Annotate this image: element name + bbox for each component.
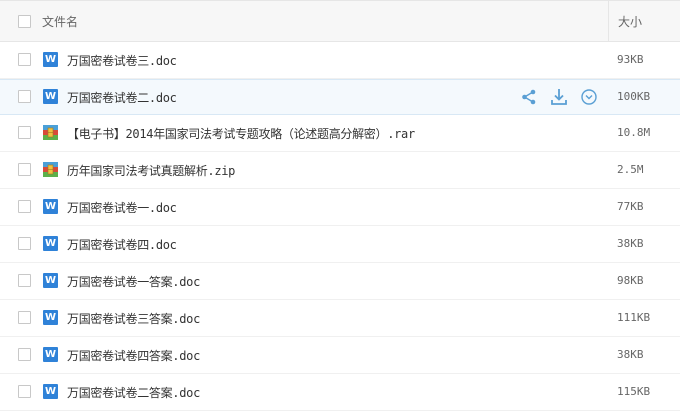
file-checkbox[interactable] — [18, 274, 31, 287]
file-size: 38KB — [617, 348, 644, 361]
archive-file-icon — [43, 125, 58, 140]
column-header-name[interactable]: 文件名 — [42, 13, 78, 30]
file-name-link[interactable]: 万国密卷试卷一.doc — [67, 199, 177, 216]
file-name-link[interactable]: 万国密卷试卷三.doc — [67, 52, 177, 69]
file-row[interactable]: W 万国密卷试卷四.doc 38KB — [0, 226, 680, 263]
word-doc-icon: W — [43, 52, 58, 67]
download-icon[interactable] — [550, 88, 568, 106]
column-header-size[interactable]: 大小 — [618, 13, 642, 30]
file-row[interactable]: W 万国密卷试卷三.doc 93KB — [0, 42, 680, 79]
word-doc-icon: W — [43, 236, 58, 251]
file-checkbox[interactable] — [18, 90, 31, 103]
column-header-size-cell: 大小 — [608, 1, 680, 41]
file-name-link[interactable]: 万国密卷试卷三答案.doc — [67, 310, 200, 327]
word-doc-icon: W — [43, 199, 58, 214]
file-size: 2.5M — [617, 163, 644, 176]
file-size: 10.8M — [617, 126, 651, 139]
file-checkbox[interactable] — [18, 237, 31, 250]
file-size: 77KB — [617, 200, 644, 213]
file-row[interactable]: 历年国家司法考试真题解析.zip 2.5M — [0, 152, 680, 189]
file-row[interactable]: 【电子书】2014年国家司法考试专题攻略（论述题高分解密）.rar 10.8M — [0, 115, 680, 152]
archive-file-icon — [43, 162, 58, 177]
file-checkbox[interactable] — [18, 53, 31, 66]
file-row[interactable]: W 万国密卷试卷二.doc 100KB — [0, 79, 680, 115]
select-all-checkbox[interactable] — [18, 15, 31, 28]
file-row[interactable]: W 万国密卷试卷一.doc 77KB — [0, 189, 680, 226]
file-checkbox[interactable] — [18, 200, 31, 213]
file-checkbox[interactable] — [18, 163, 31, 176]
file-size: 98KB — [617, 274, 644, 287]
file-size: 100KB — [617, 90, 651, 103]
file-list-header: 文件名 大小 — [0, 0, 680, 42]
file-name-link[interactable]: 万国密卷试卷四.doc — [67, 236, 177, 253]
word-doc-icon: W — [43, 273, 58, 288]
file-name-link[interactable]: 万国密卷试卷二答案.doc — [67, 384, 200, 401]
more-icon[interactable] — [580, 88, 598, 106]
word-doc-icon: W — [43, 89, 58, 104]
file-row[interactable]: W 万国密卷试卷二答案.doc 115KB — [0, 374, 680, 411]
file-size: 93KB — [617, 53, 644, 66]
file-name-link[interactable]: 万国密卷试卷四答案.doc — [67, 347, 200, 364]
file-rows: W 万国密卷试卷三.doc 93KB W 万国密卷试卷二.doc 100KB 【电子书】20… — [0, 42, 680, 411]
file-size: 111KB — [617, 311, 651, 324]
file-checkbox[interactable] — [18, 126, 31, 139]
word-doc-icon: W — [43, 347, 58, 362]
file-name-link[interactable]: 万国密卷试卷一答案.doc — [67, 273, 200, 290]
file-size: 38KB — [617, 237, 644, 250]
file-checkbox[interactable] — [18, 311, 31, 324]
file-row[interactable]: W 万国密卷试卷三答案.doc 111KB — [0, 300, 680, 337]
file-row[interactable]: W 万国密卷试卷一答案.doc 98KB — [0, 263, 680, 300]
file-checkbox[interactable] — [18, 385, 31, 398]
word-doc-icon: W — [43, 384, 58, 399]
file-size: 115KB — [617, 385, 651, 398]
share-icon[interactable] — [520, 88, 538, 106]
file-name-link[interactable]: 【电子书】2014年国家司法考试专题攻略（论述题高分解密）.rar — [67, 125, 415, 142]
file-checkbox[interactable] — [18, 348, 31, 361]
file-name-link[interactable]: 历年国家司法考试真题解析.zip — [67, 162, 235, 179]
file-row[interactable]: W 万国密卷试卷四答案.doc 38KB — [0, 337, 680, 374]
word-doc-icon: W — [43, 310, 58, 325]
file-list: 文件名 大小 W 万国密卷试卷三.doc 93KB W 万国密卷试卷二.doc 100KB… — [0, 0, 680, 411]
file-name-link[interactable]: 万国密卷试卷二.doc — [67, 89, 177, 106]
